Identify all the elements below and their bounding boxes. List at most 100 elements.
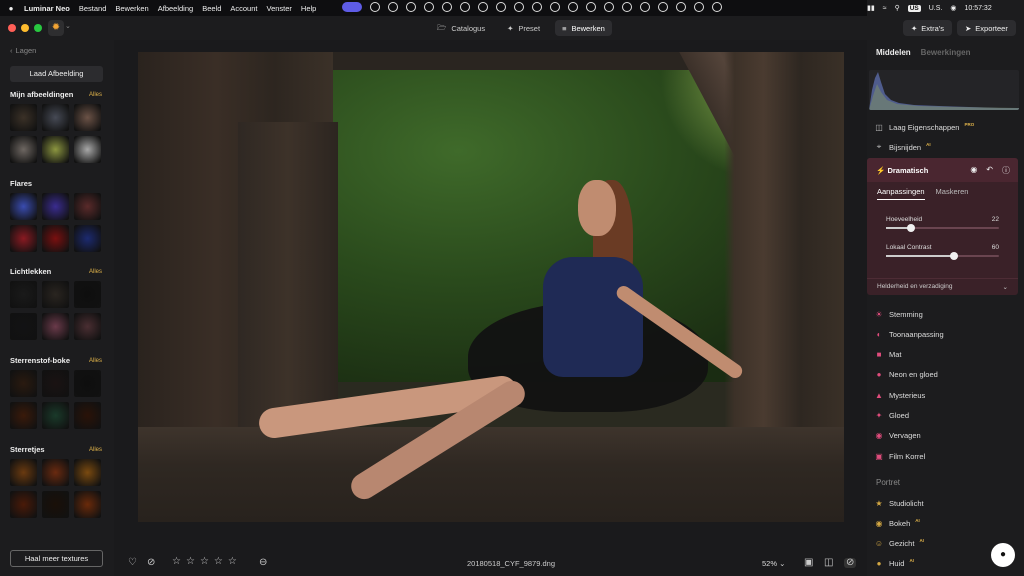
tray-dollar-icon[interactable]	[460, 2, 470, 12]
texture-thumbnail[interactable]	[74, 402, 101, 429]
tray-grid-icon[interactable]	[712, 2, 722, 12]
tool-neon[interactable]: ● Neon en gloed	[874, 368, 1014, 382]
slider-track[interactable]	[886, 224, 999, 232]
tray-p-icon[interactable]	[622, 2, 632, 12]
tab-aanpassingen[interactable]: Aanpassingen	[877, 187, 925, 200]
texture-thumbnail[interactable]	[10, 225, 37, 252]
tool-film[interactable]: ▣ Film Korrel	[874, 449, 1014, 463]
zoom-level[interactable]: 52% ⌄	[762, 559, 785, 568]
tray-clipboard-icon[interactable]	[550, 2, 560, 12]
tool-glow[interactable]: ✦ Gloed	[874, 409, 1014, 423]
texture-thumbnail[interactable]	[42, 281, 69, 308]
tab-bewerkingen[interactable]: Bewerkingen	[921, 48, 971, 57]
tab-middelen[interactable]: Middelen	[876, 48, 911, 57]
tray-tag-icon[interactable]	[586, 2, 596, 12]
local-contrast-slider[interactable]: Lokaal Contrast 60	[886, 244, 999, 260]
photo[interactable]	[138, 52, 844, 522]
texture-thumbnail[interactable]	[74, 281, 101, 308]
texture-thumbnail[interactable]	[10, 370, 37, 397]
hide-edits-icon[interactable]: ⊘	[844, 558, 857, 568]
menu-afbeelding[interactable]: Afbeelding	[158, 4, 193, 13]
load-image-button[interactable]: Laad Afbeelding	[10, 66, 103, 82]
tray-sync-icon[interactable]	[370, 2, 380, 12]
panel-header[interactable]: ⚡ Dramatisch ◉ ↶ ⓘ	[867, 158, 1018, 182]
menu-app-name[interactable]: Luminar Neo	[24, 4, 70, 13]
info-icon[interactable]: ⓘ	[1002, 165, 1010, 176]
texture-thumbnail[interactable]	[42, 225, 69, 252]
texture-thumbnail[interactable]	[42, 313, 69, 340]
fit-view-icon[interactable]: ▣	[804, 558, 813, 568]
texture-thumbnail[interactable]	[74, 459, 101, 486]
compare-icon[interactable]: ◫	[824, 558, 833, 568]
get-more-textures-button[interactable]: Haal meer textures	[10, 550, 103, 567]
star-icon[interactable]: ☆	[186, 557, 195, 567]
luminar-logo-icon[interactable]: ✹	[48, 20, 64, 36]
tray-cloud-icon[interactable]	[676, 2, 686, 12]
tray-clock-icon[interactable]	[640, 2, 650, 12]
clock[interactable]: 10:57:32	[964, 5, 991, 12]
search-icon[interactable]: ⚲	[895, 4, 900, 12]
tray-drop-icon[interactable]	[514, 2, 524, 12]
texture-thumbnail[interactable]	[10, 491, 37, 518]
tray-s-icon[interactable]	[694, 2, 704, 12]
tray-bars-icon[interactable]	[532, 2, 542, 12]
slider-track[interactable]	[886, 252, 999, 260]
menu-beeld[interactable]: Beeld	[202, 4, 221, 13]
eye-icon[interactable]: ◉	[970, 165, 977, 176]
texture-thumbnail[interactable]	[42, 491, 69, 518]
tool-crop[interactable]: ⌖ Bijsnijden AI	[874, 140, 1014, 154]
star-icon[interactable]: ☆	[214, 557, 223, 567]
texture-thumbnail[interactable]	[10, 402, 37, 429]
texture-thumbnail[interactable]	[10, 459, 37, 486]
menu-bestand[interactable]: Bestand	[79, 4, 107, 13]
slider-knob[interactable]	[906, 224, 915, 232]
keyboard-region[interactable]: U.S.	[929, 5, 943, 12]
tool-matte[interactable]: ■ Mat	[874, 348, 1014, 362]
battery-icon[interactable]: ▮▮	[867, 4, 875, 12]
menu-account[interactable]: Account	[230, 4, 257, 13]
tab-maskeren[interactable]: Maskeren	[936, 187, 969, 200]
menu-help[interactable]: Help	[301, 4, 316, 13]
clear-rating-icon[interactable]: ⊖	[259, 558, 267, 568]
texture-thumbnail[interactable]	[42, 459, 69, 486]
see-all-link[interactable]: Alles	[89, 92, 102, 98]
minimize-window-button[interactable]	[21, 24, 29, 32]
wifi-icon[interactable]: ≈	[883, 5, 887, 12]
tool-studio-light[interactable]: ★ Studiolicht	[874, 496, 1014, 510]
tray-circle-icon[interactable]	[406, 2, 416, 12]
image-canvas[interactable]	[114, 40, 867, 550]
texture-thumbnail[interactable]	[42, 136, 69, 163]
texture-thumbnail[interactable]	[10, 313, 37, 340]
zoom-window-button[interactable]	[34, 24, 42, 32]
slider-knob[interactable]	[949, 252, 958, 260]
tab-catalogus[interactable]: 🗁 Catalogus	[430, 20, 492, 36]
export-button[interactable]: ➤ Exporteer	[957, 20, 1016, 36]
tab-preset[interactable]: ✦ Preset	[500, 20, 547, 36]
tray-leaf-icon[interactable]	[568, 2, 578, 12]
tray-menu-icon[interactable]	[604, 2, 614, 12]
see-all-link[interactable]: Alles	[89, 269, 102, 275]
texture-thumbnail[interactable]	[74, 193, 101, 220]
menu-bewerken[interactable]: Bewerken	[115, 4, 148, 13]
texture-thumbnail[interactable]	[10, 193, 37, 220]
keyboard-badge[interactable]: US	[907, 4, 921, 12]
tray-history-icon[interactable]	[658, 2, 668, 12]
see-all-link[interactable]: Alles	[89, 358, 102, 364]
tray-app-icon[interactable]	[342, 2, 362, 12]
texture-thumbnail[interactable]	[10, 104, 37, 131]
texture-thumbnail[interactable]	[42, 193, 69, 220]
star-icon[interactable]: ☆	[200, 557, 209, 567]
tray-timer-icon[interactable]	[388, 2, 398, 12]
reject-icon[interactable]: ⊘	[147, 558, 155, 568]
texture-thumbnail[interactable]	[10, 136, 37, 163]
tool-layer-properties[interactable]: ◫ Laag Eigenschappen PRO	[874, 120, 1014, 134]
texture-thumbnail[interactable]	[74, 370, 101, 397]
brightness-saturation-expander[interactable]: Helderheid en verzadiging ⌄	[867, 278, 1018, 295]
see-all-link[interactable]: Alles	[89, 447, 102, 453]
star-icon[interactable]: ☆	[172, 557, 181, 567]
tab-bewerken[interactable]: ≡ Bewerken	[555, 20, 612, 36]
tool-mood[interactable]: ☀ Stemming	[874, 307, 1014, 321]
amount-slider[interactable]: Hoeveelheid 22	[886, 216, 999, 232]
undo-icon[interactable]: ↶	[986, 165, 993, 176]
heart-icon[interactable]: ♡	[128, 558, 137, 568]
